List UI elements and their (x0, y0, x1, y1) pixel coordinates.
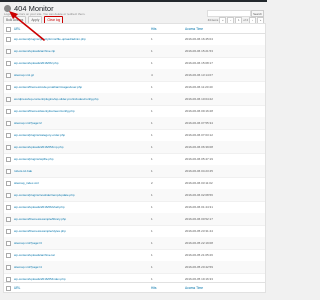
row-url[interactable]: sitemap.xml.gz (14, 73, 34, 77)
row-url[interactable]: sitemap_index.xml (14, 181, 39, 185)
row-url[interactable]: wordpress/wp-content/plugins/wp-slider-p… (14, 97, 98, 101)
row-url[interactable]: wp-content/uploads/archive.tar (14, 253, 55, 257)
row-hits: 1 (151, 61, 153, 65)
row-time: 2016-06-06 03:11:02 (185, 181, 213, 185)
row-hits: 1 (151, 205, 153, 209)
row-time: 2016-06-06 02:08:56 (185, 193, 213, 197)
row-checkbox[interactable] (6, 265, 11, 270)
row-url[interactable]: robots.txt.bak (14, 169, 32, 173)
column-hits[interactable]: Hits (151, 27, 157, 31)
row-checkbox[interactable] (6, 169, 11, 174)
row-time: 2016-06-06 06:39:08 (185, 145, 213, 149)
row-checkbox[interactable] (6, 109, 11, 114)
row-url[interactable]: wp-content/themes/code-jonathan/images/u… (14, 85, 82, 89)
row-hits: 1 (151, 217, 153, 221)
page-total: of 2 (243, 18, 248, 23)
row-url[interactable]: wp-content/themes/example/styles.php (14, 229, 66, 233)
row-time: 2016-06-06 15:21:53 (185, 49, 213, 53)
row-time: 2016-06-06 16:45:04 (185, 37, 213, 41)
row-checkbox[interactable] (6, 133, 11, 138)
row-url[interactable]: wp-content/plugins/wpfile.php (14, 157, 53, 161)
row-hits: 1 (151, 133, 153, 137)
annotation-arrow-icon (9, 11, 45, 41)
row-hits: 1 (151, 85, 153, 89)
row-time: 2016-06-05 22:19:08 (185, 241, 213, 245)
row-checkbox[interactable] (6, 241, 11, 246)
row-checkbox[interactable] (6, 217, 11, 222)
row-url[interactable]: wp-content/uploads/2016/05/tmp.php (14, 145, 63, 149)
row-hits: 1 (151, 193, 153, 197)
row-hits: 1 (151, 97, 153, 101)
row-checkbox[interactable] (6, 229, 11, 234)
row-url[interactable]: wp-content/uploads/2016/06/shell.php (14, 205, 65, 209)
row-checkbox[interactable] (6, 73, 11, 78)
row-hits: 1 (151, 49, 153, 53)
row-checkbox[interactable] (6, 193, 11, 198)
row-time: 2016-06-05 20:42:59 (185, 265, 213, 269)
row-url[interactable]: wp-content/uploads/2016/05/index.php (14, 277, 66, 281)
search-button[interactable]: Search (251, 10, 264, 17)
row-time: 2016-06-06 04:23:45 (185, 169, 213, 173)
row-hits: 1 (151, 37, 153, 41)
log-table: URL Hits Access Time wp-content/plugins/… (3, 23, 266, 293)
row-url[interactable]: wp-content/uploads/archive.zip (14, 49, 55, 53)
row-time: 2016-06-06 11:20:40 (185, 85, 213, 89)
row-url[interactable]: sitemap.xml?page=3 (14, 241, 42, 245)
row-time: 2016-06-06 01:44:31 (185, 205, 213, 209)
row-url[interactable]: wp-content/plugins/category-order.php (14, 133, 65, 137)
row-time: 2016-06-06 05:47:19 (185, 157, 213, 161)
row-checkbox[interactable] (6, 49, 11, 54)
row-hits: 2 (151, 181, 153, 185)
row-hits: 1 (151, 145, 153, 149)
row-url[interactable]: sitemap.xml?page=4 (14, 265, 42, 269)
column-time[interactable]: Access Time (185, 27, 203, 31)
row-time: 2016-06-05 23:31:44 (185, 229, 213, 233)
row-hits: 1 (151, 241, 153, 245)
row-time: 2016-06-06 15:08:17 (185, 61, 213, 65)
row-url[interactable]: wp-content/themes/twentyfourteen/config.… (14, 109, 75, 113)
row-url[interactable]: wp-content/themes/example/library.php (14, 217, 66, 221)
row-url[interactable]: sitemap.xml?page=2 (14, 121, 42, 125)
row-checkbox[interactable] (6, 97, 11, 102)
row-time: 2016-06-06 10:04:22 (185, 97, 213, 101)
row-checkbox[interactable] (6, 145, 11, 150)
row-checkbox[interactable] (6, 85, 11, 90)
row-hits: 1 (151, 169, 153, 173)
row-url[interactable]: wp-content/uploads/2016/06/.php (14, 61, 58, 65)
column-url-footer[interactable]: URL (14, 286, 20, 290)
row-checkbox[interactable] (6, 253, 11, 258)
row-time: 2016-06-05 19:16:33 (185, 277, 213, 281)
select-all-checkbox-footer[interactable] (6, 286, 11, 291)
row-checkbox[interactable] (6, 205, 11, 210)
row-time: 2016-06-06 09:16:28 (185, 109, 213, 113)
row-hits: 1 (151, 229, 153, 233)
row-time: 2016-06-06 07:55:34 (185, 121, 213, 125)
row-time: 2016-06-06 13:14:07 (185, 73, 213, 77)
row-hits: 1 (151, 121, 153, 125)
row-checkbox[interactable] (6, 157, 11, 162)
row-checkbox[interactable] (6, 61, 11, 66)
row-checkbox[interactable] (6, 121, 11, 126)
admin-bar (0, 0, 267, 2)
row-time: 2016-06-06 00:52:17 (185, 217, 213, 221)
search-input[interactable] (207, 10, 251, 17)
column-hits-footer[interactable]: Hits (151, 286, 157, 290)
row-hits: 1 (151, 109, 153, 113)
row-time: 2016-06-06 07:03:12 (185, 133, 213, 137)
row-hits: 1 (151, 157, 153, 161)
table-footer: URL Hits Access Time (4, 282, 265, 293)
item-count: 43 items (207, 18, 219, 23)
row-hits: 1 (151, 277, 153, 281)
row-url[interactable]: wp-content/plugins/revslider/temp/update… (14, 193, 75, 197)
row-hits: 1 (151, 253, 153, 257)
row-checkbox[interactable] (6, 181, 11, 186)
app-window: 404 Monitor Logs 404 errors on your site… (0, 0, 267, 300)
column-time-footer[interactable]: Access Time (185, 286, 203, 290)
row-hits: 1 (151, 265, 153, 269)
row-hits: 4 (151, 73, 153, 77)
row-time: 2016-06-05 21:05:26 (185, 253, 213, 257)
